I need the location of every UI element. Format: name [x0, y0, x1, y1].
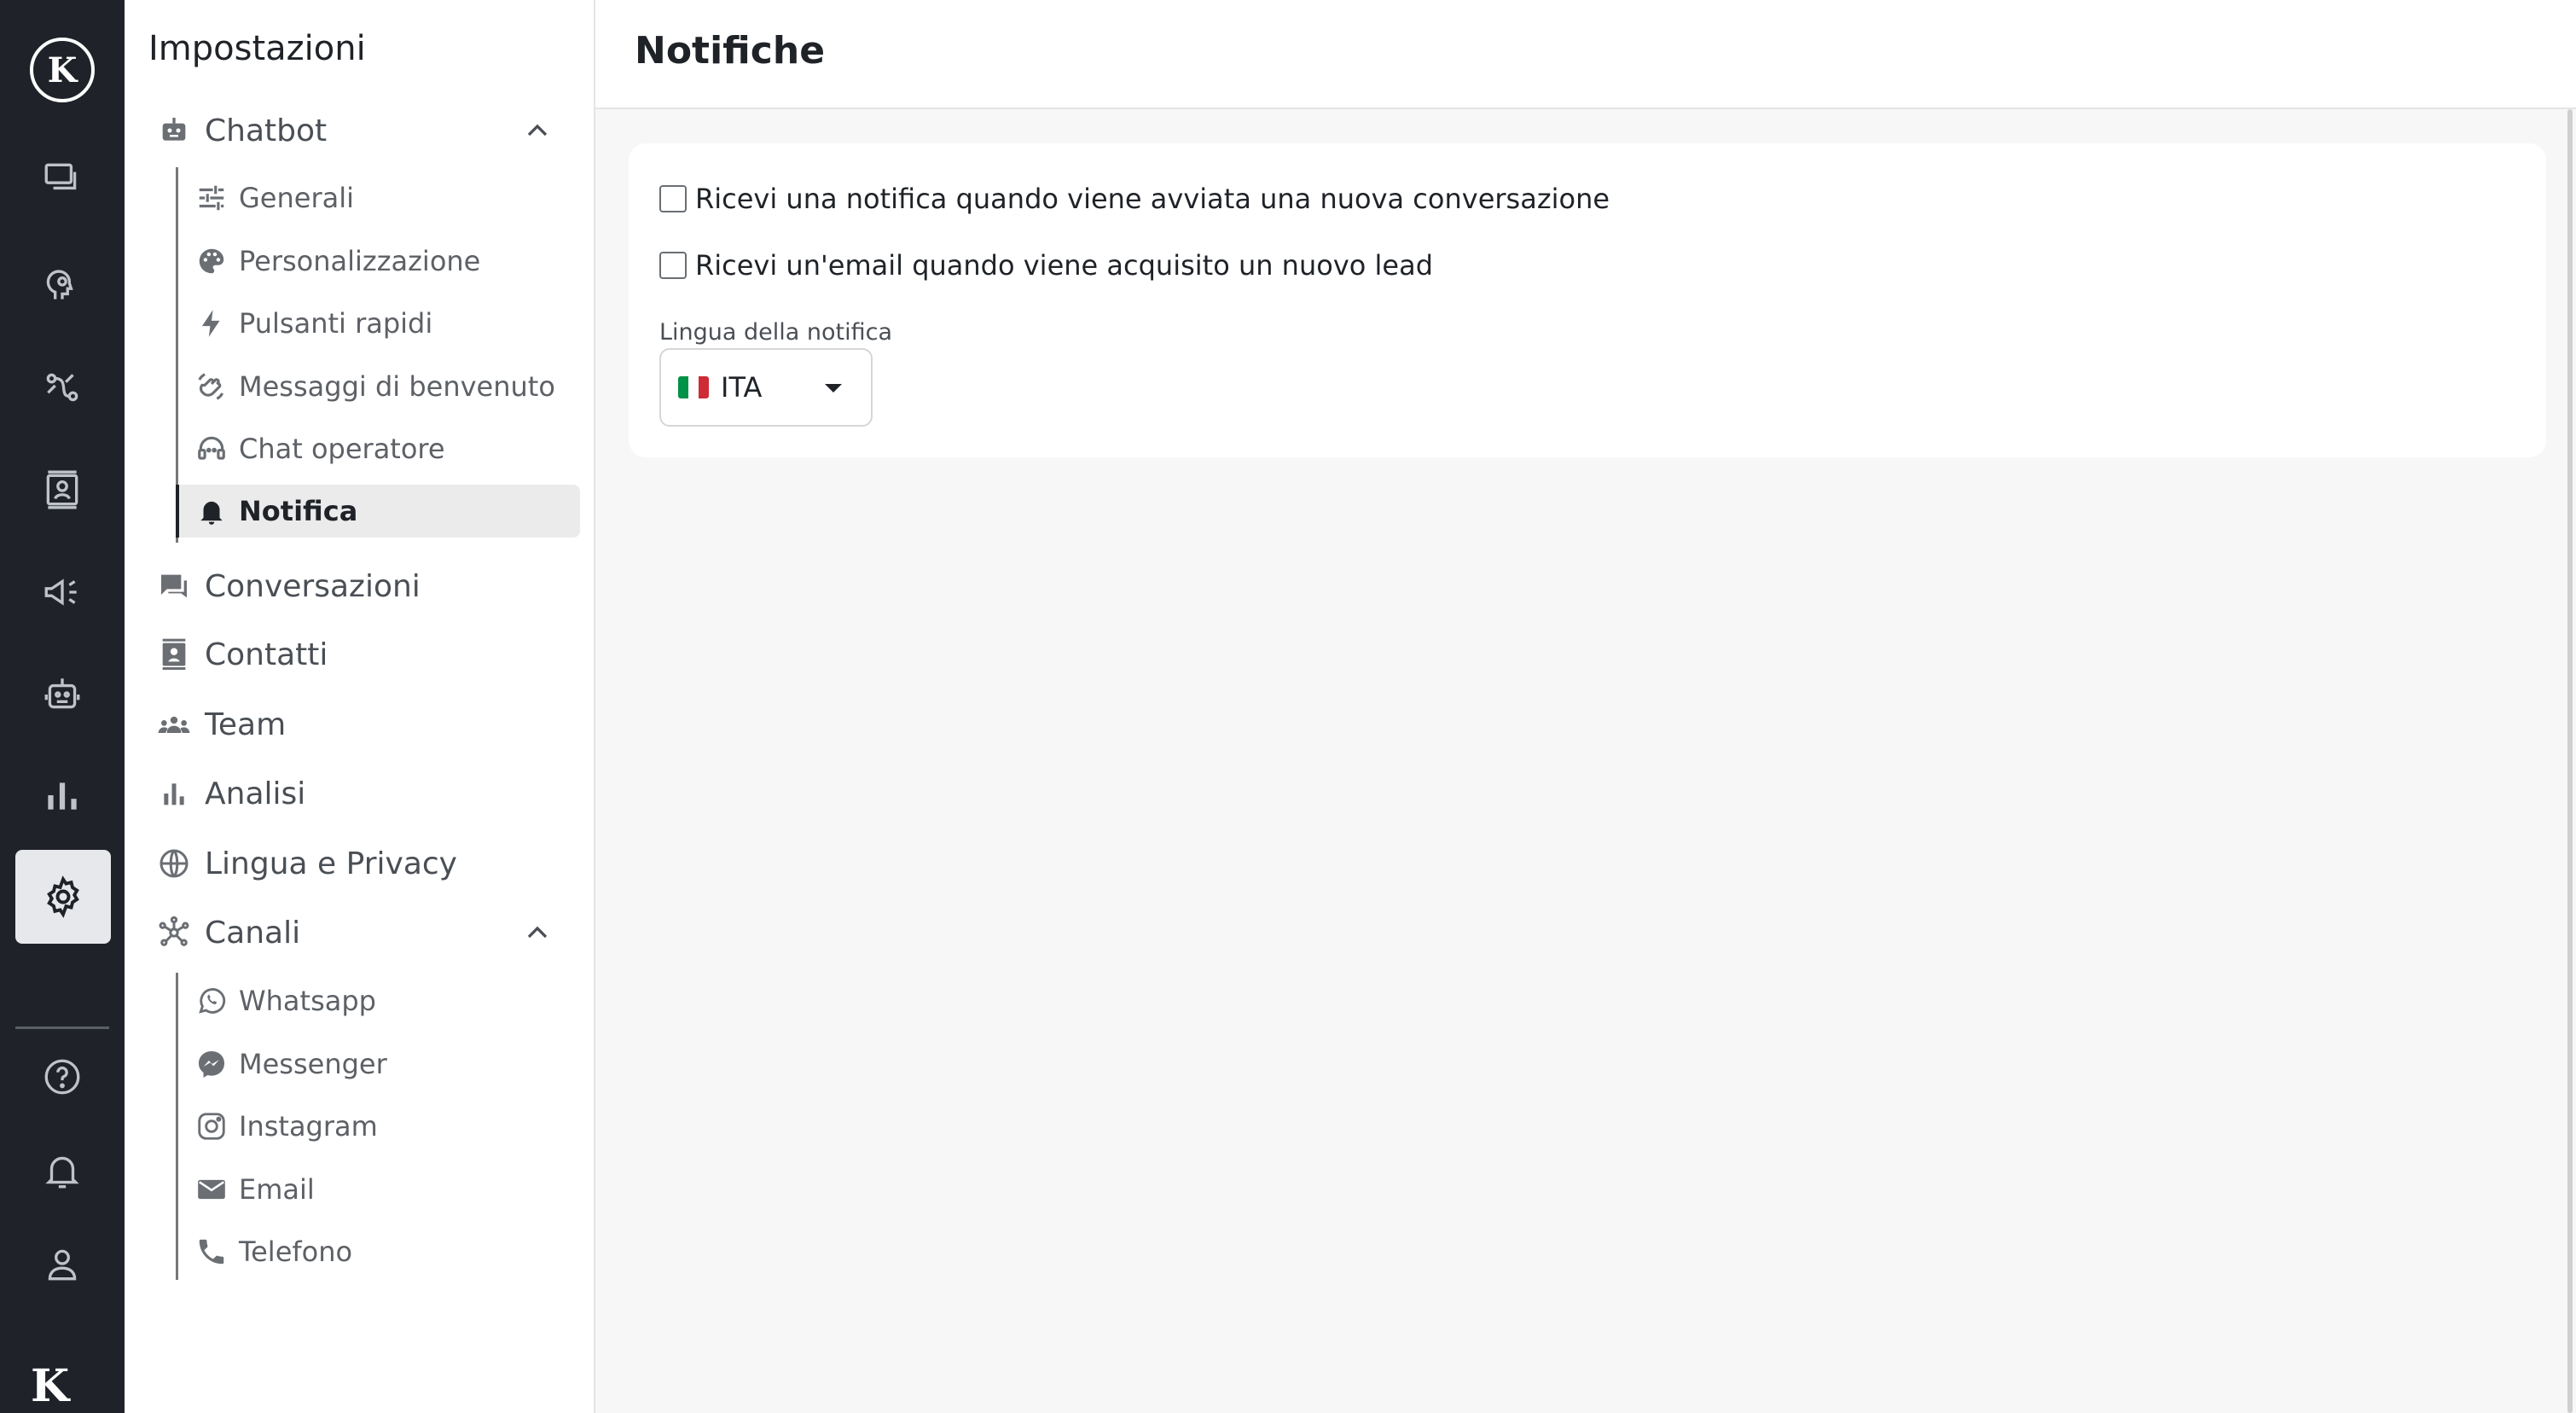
chevron-up-icon[interactable]: [520, 916, 554, 950]
sidebar-item-telefono[interactable]: Telefono: [176, 1225, 580, 1278]
sidebar-item-whatsapp[interactable]: Whatsapp: [176, 974, 580, 1027]
notification-language-label: Lingua della notifica: [659, 319, 893, 346]
sidebar-item-label: Email: [239, 1173, 315, 1206]
sidebar-item-pulsanti-rapidi[interactable]: Pulsanti rapidi: [176, 297, 580, 350]
headset-icon: [194, 432, 229, 466]
sidebar-item-personalizzazione[interactable]: Personalizzazione: [176, 235, 580, 288]
sidebar-group-label: Team: [205, 706, 287, 742]
sidebar-item-label: Telefono: [239, 1236, 353, 1268]
bar-chart-icon: [155, 775, 193, 812]
instagram-icon: [194, 1109, 229, 1143]
italy-flag-icon: [678, 376, 709, 398]
rail-campaigns-icon[interactable]: [38, 568, 86, 616]
sidebar-item-label: Pulsanti rapidi: [239, 307, 433, 340]
sidebar-group-chatbot[interactable]: Chatbot: [155, 102, 578, 159]
sidebar-item-label: Notifica: [239, 495, 358, 527]
scrollbar[interactable]: [2567, 109, 2573, 1413]
contacts-icon: [155, 636, 193, 673]
chat-icon: [155, 567, 193, 605]
app-logo[interactable]: K: [30, 38, 95, 102]
sidebar-item-label: Messenger: [239, 1048, 387, 1080]
sidebar-group-label: Contatti: [205, 637, 328, 672]
sidebar-item-label: Chat operatore: [239, 433, 445, 465]
sidebar-item-team[interactable]: Team: [155, 696, 578, 753]
sidebar-item-chat-operatore[interactable]: Chat operatore: [176, 422, 580, 475]
hub-icon: [155, 914, 193, 951]
brand-logo: K: [31, 1360, 70, 1412]
sidebar-item-label: Personalizzazione: [239, 245, 481, 277]
phone-icon: [194, 1235, 229, 1269]
sidebar-item-conversazioni[interactable]: Conversazioni: [155, 558, 578, 614]
sidebar-group-canali[interactable]: Canali: [155, 904, 578, 961]
new-conversation-label: Ricevi una notifica quando viene avviata…: [695, 183, 1610, 215]
sidebar-item-notifica[interactable]: Notifica: [176, 485, 580, 538]
messenger-icon: [194, 1047, 229, 1081]
rail-contacts-icon[interactable]: [38, 466, 86, 514]
rail-flows-icon[interactable]: [38, 363, 86, 411]
sidebar-item-label: Instagram: [239, 1110, 378, 1143]
page-header: Notifiche: [595, 0, 2576, 109]
new-lead-option[interactable]: Ricevi un'email quando viene acquisito u…: [659, 249, 1433, 282]
rail-notifications-icon[interactable]: [38, 1147, 86, 1195]
sidebar-item-label: Whatsapp: [239, 985, 376, 1017]
selected-language: ITA: [721, 371, 763, 404]
sidebar-item-lingua-privacy[interactable]: Lingua e Privacy: [155, 835, 578, 892]
sidebar-item-messenger[interactable]: Messenger: [176, 1038, 580, 1090]
rail-conversations-icon[interactable]: [38, 155, 86, 203]
new-conversation-option[interactable]: Ricevi una notifica quando viene avviata…: [659, 183, 1610, 215]
bolt-icon: [194, 306, 229, 340]
page-title: Notifiche: [635, 29, 826, 73]
rail-profile-icon[interactable]: [38, 1241, 86, 1288]
bell-icon: [194, 494, 229, 528]
sidebar-group-label: Chatbot: [205, 113, 328, 148]
rail-bot-icon[interactable]: [38, 671, 86, 718]
sidebar-group-label: Canali: [205, 915, 301, 951]
sidebar-item-label: Messaggi di benvenuto: [239, 370, 555, 403]
palette-icon: [194, 244, 229, 278]
icon-rail: K K: [0, 0, 125, 1413]
robot-icon: [155, 112, 193, 149]
team-icon: [155, 706, 193, 743]
rail-help-icon[interactable]: [38, 1053, 86, 1101]
app-logo-letter: K: [47, 49, 78, 90]
wave-icon: [194, 369, 229, 404]
whatsapp-icon: [194, 984, 229, 1018]
rail-knowledge-icon[interactable]: [38, 261, 86, 309]
sidebar-item-contatti[interactable]: Contatti: [155, 626, 578, 683]
new-conversation-checkbox[interactable]: [659, 185, 687, 212]
rail-settings-icon[interactable]: [15, 850, 111, 944]
settings-sidebar: Impostazioni Chatbot Generali Personaliz…: [125, 0, 595, 1413]
notifications-card: Ricevi una notifica quando viene avviata…: [629, 143, 2546, 457]
rail-divider: [15, 1026, 109, 1029]
sidebar-item-messaggi-di-benvenuto[interactable]: Messaggi di benvenuto: [176, 360, 580, 413]
sidebar-item-analisi[interactable]: Analisi: [155, 765, 578, 822]
sidebar-item-email[interactable]: Email: [176, 1163, 580, 1216]
sidebar-item-generali[interactable]: Generali: [176, 172, 580, 224]
sidebar-group-label: Conversazioni: [205, 568, 421, 604]
sidebar-group-label: Lingua e Privacy: [205, 846, 457, 881]
sidebar-title: Impostazioni: [148, 29, 366, 68]
tune-icon: [194, 181, 229, 215]
chevron-up-icon[interactable]: [520, 113, 554, 148]
globe-icon: [155, 845, 193, 882]
caret-down-icon: [825, 384, 842, 392]
email-icon: [194, 1172, 229, 1207]
sidebar-item-instagram[interactable]: Instagram: [176, 1100, 580, 1153]
new-lead-label: Ricevi un'email quando viene acquisito u…: [695, 249, 1433, 282]
rail-analytics-icon[interactable]: [38, 771, 86, 819]
sidebar-group-label: Analisi: [205, 776, 306, 811]
notification-language-select[interactable]: ITA: [659, 348, 873, 427]
new-lead-checkbox[interactable]: [659, 252, 687, 279]
sidebar-item-label: Generali: [239, 182, 354, 214]
